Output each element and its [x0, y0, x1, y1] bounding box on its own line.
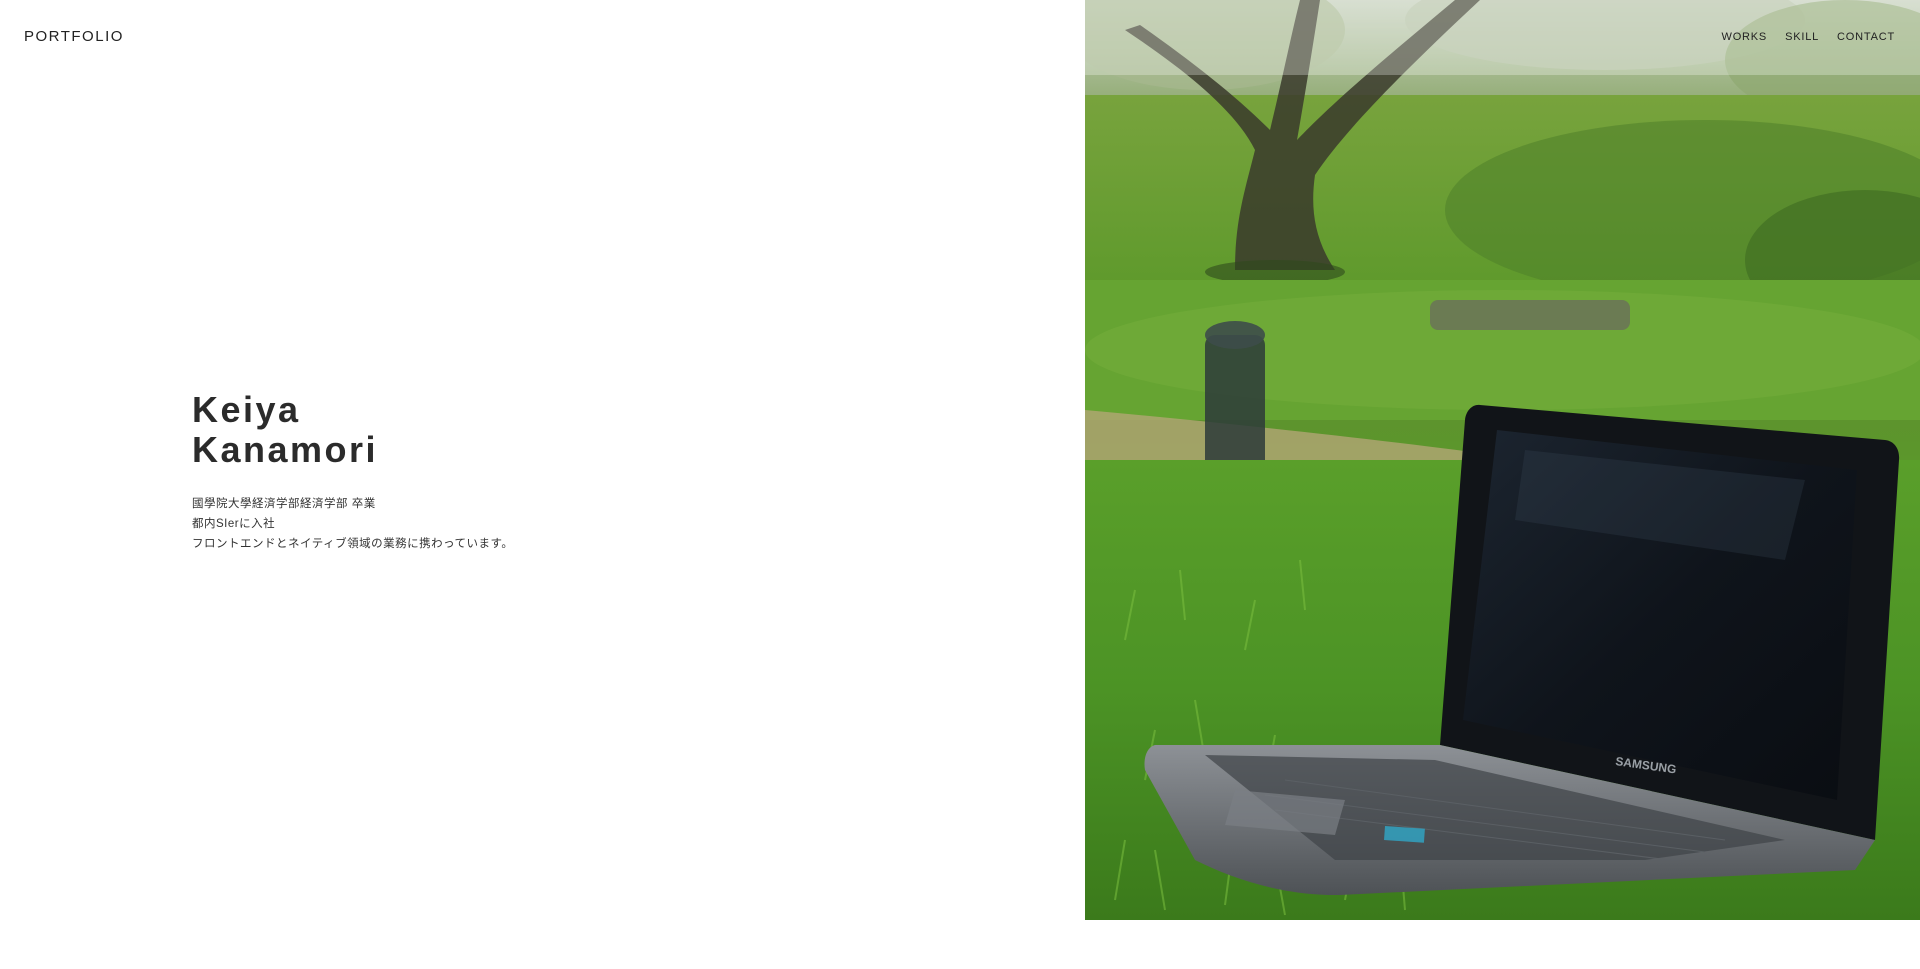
profile-first-name: Keiya: [192, 389, 301, 430]
hero-image: SAMSUNG: [1085, 0, 1920, 920]
site-logo[interactable]: PORTFOLIO: [24, 28, 124, 45]
site-header: PORTFOLIO WORKS SKILL CONTACT: [0, 0, 1920, 75]
bio-line: 都内SIerに入社: [192, 518, 276, 530]
profile-bio: 國學院大學経済学部経済学部 卒業 都内SIerに入社 フロントエンドとネイティブ…: [192, 494, 792, 554]
bio-line: 國學院大學経済学部経済学部 卒業: [192, 498, 376, 510]
nav-link-contact[interactable]: CONTACT: [1837, 31, 1895, 43]
nav-link-works[interactable]: WORKS: [1722, 31, 1768, 43]
profile-intro: Keiya Kanamori 國學院大學経済学部経済学部 卒業 都内SIerに入…: [192, 390, 792, 554]
profile-last-name: Kanamori: [192, 429, 379, 470]
main-nav: WORKS SKILL CONTACT: [1722, 31, 1895, 43]
portfolio-page: SAMSUNG PORTFOLIO WORKS SKILL CONTACT Ke…: [0, 0, 1920, 969]
bio-line: フロントエンドとネイティブ領域の業務に携わっています。: [192, 538, 514, 550]
profile-name: Keiya Kanamori: [192, 390, 792, 470]
nav-link-skill[interactable]: SKILL: [1785, 31, 1819, 43]
